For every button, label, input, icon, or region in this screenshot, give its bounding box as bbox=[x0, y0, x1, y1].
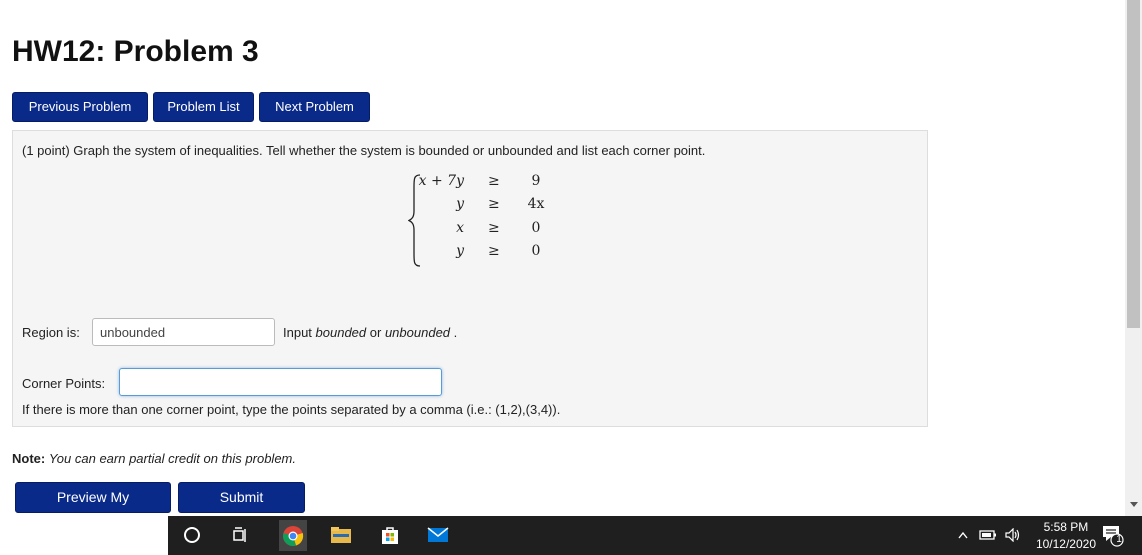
inequality-operator: ≥ bbox=[488, 243, 500, 259]
notification-center-icon[interactable]: 1 bbox=[1099, 523, 1125, 547]
taskbar-search-area[interactable] bbox=[0, 516, 168, 555]
notification-count: 1 bbox=[1116, 534, 1122, 545]
next-problem-button[interactable]: Next Problem bbox=[259, 92, 370, 122]
inequality-lhs: y bbox=[456, 243, 464, 259]
inequality-rhs: 0 bbox=[531, 220, 541, 236]
system-clock[interactable]: 5:58 PM 10/12/2020 bbox=[1036, 519, 1096, 553]
problem-body: (1 point) Graph the system of inequaliti… bbox=[12, 130, 928, 427]
scrollbar-thumb[interactable] bbox=[1127, 0, 1140, 328]
page-title: HW12: Problem 3 bbox=[12, 35, 259, 68]
vertical-scrollbar[interactable] bbox=[1125, 0, 1142, 516]
inequality-row: x + 7y ≥ 9 bbox=[418, 173, 542, 195]
scroll-down-arrow-icon[interactable] bbox=[1130, 502, 1138, 507]
submit-answers-button[interactable]: Submit Answers bbox=[178, 482, 305, 513]
problem-list-button[interactable]: Problem List bbox=[153, 92, 254, 122]
region-input[interactable] bbox=[92, 318, 275, 346]
inequality-operator: ≥ bbox=[488, 196, 500, 212]
inequality-system: x + 7y ≥ 9 y ≥ 4x x ≥ 0 y ≥ 0 bbox=[408, 173, 548, 268]
inequality-row: y ≥ 0 bbox=[422, 243, 542, 265]
corner-points-label: Corner Points: bbox=[22, 376, 106, 391]
clock-date: 10/12/2020 bbox=[1035, 537, 1096, 551]
inequality-lhs: x + 7y bbox=[418, 173, 464, 189]
corner-points-help: If there is more than one corner point, … bbox=[22, 402, 561, 417]
battery-network-icon[interactable] bbox=[978, 523, 998, 547]
windows-taskbar: 5:58 PM 10/12/2020 1 bbox=[0, 516, 1142, 555]
mail-icon[interactable] bbox=[426, 523, 450, 547]
inequality-operator: ≥ bbox=[488, 173, 500, 189]
inequality-operator: ≥ bbox=[488, 220, 500, 236]
file-explorer-icon[interactable] bbox=[329, 523, 353, 547]
inequality-row: x ≥ 0 bbox=[422, 220, 542, 242]
previous-problem-button[interactable]: Previous Problem bbox=[12, 92, 148, 122]
chrome-icon[interactable] bbox=[279, 520, 307, 551]
region-label: Region is: bbox=[22, 325, 80, 340]
inequality-rhs: 0 bbox=[531, 243, 541, 259]
cortana-icon[interactable] bbox=[180, 523, 204, 547]
partial-credit-note: Note: You can earn partial credit on thi… bbox=[12, 451, 296, 466]
task-view-icon[interactable] bbox=[228, 523, 252, 547]
inequality-lhs: x bbox=[456, 220, 464, 236]
show-hidden-icons-chevron-icon[interactable] bbox=[956, 523, 970, 547]
inequality-row: y ≥ 4x bbox=[422, 196, 544, 218]
clock-time: 5:58 PM bbox=[1043, 520, 1089, 534]
inequality-rhs: 4x bbox=[527, 196, 545, 212]
corner-points-input[interactable] bbox=[119, 368, 442, 396]
volume-icon[interactable] bbox=[1003, 523, 1023, 547]
store-icon[interactable] bbox=[378, 523, 402, 547]
problem-statement: (1 point) Graph the system of inequaliti… bbox=[22, 143, 706, 158]
region-hint: Input bounded or unbounded . bbox=[283, 325, 458, 340]
inequality-lhs: y bbox=[456, 196, 464, 212]
webpage: HW12: Problem 3 Previous Problem Problem… bbox=[0, 0, 1125, 516]
preview-answers-button[interactable]: Preview My Answers bbox=[15, 482, 171, 513]
inequality-rhs: 9 bbox=[531, 173, 541, 189]
